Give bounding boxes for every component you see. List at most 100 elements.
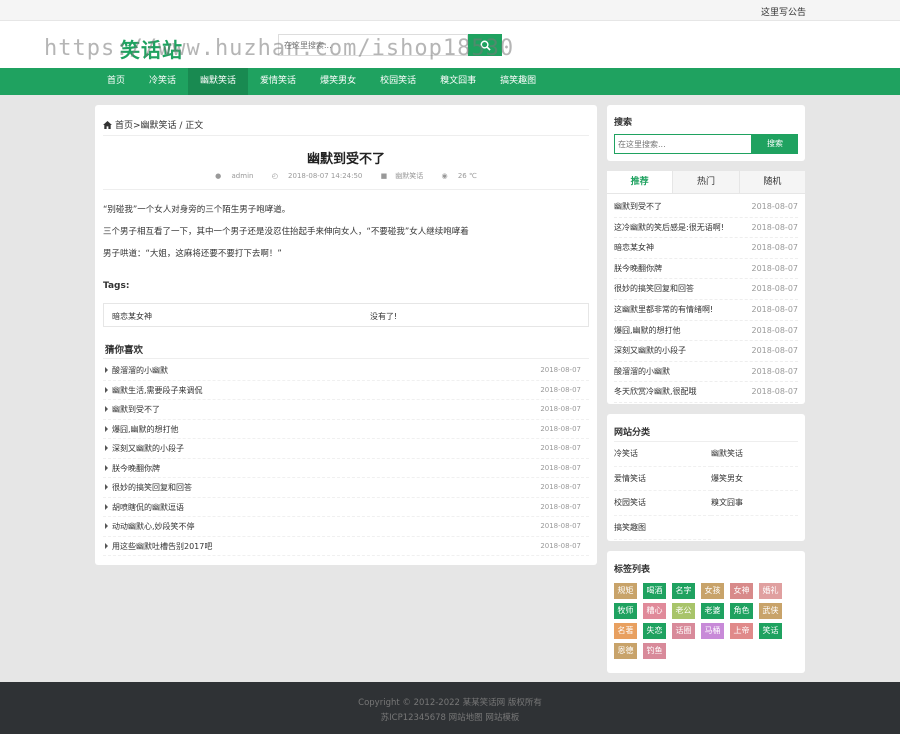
tag-badge[interactable]: 老婆: [701, 603, 724, 619]
tag-badge[interactable]: 糟心: [643, 603, 666, 619]
list-item-title[interactable]: 胡喷瞎侃的幽默逗语: [112, 503, 184, 512]
category-link[interactable]: 搞笑趣图: [614, 516, 711, 540]
sidebar-tabs: 推荐 热门 随机: [607, 171, 805, 194]
list-item[interactable]: 动动幽默心,妙段笑不停 2018-08-07: [103, 517, 589, 537]
header-search: [278, 34, 502, 56]
list-item[interactable]: 爆囧,幽默的想打他 2018-08-07: [614, 321, 798, 342]
list-item-title[interactable]: 这冷幽默的笑后感是:很无语啊!: [614, 223, 724, 232]
nav-item[interactable]: 校园笑话: [368, 68, 428, 95]
category-meta: ■ 幽默笑话: [377, 172, 428, 180]
list-item-title[interactable]: 暗恋某女神: [614, 243, 654, 252]
list-item[interactable]: 幽默生活,需要段子来调侃 2018-08-07: [103, 381, 589, 400]
list-item-title[interactable]: 冬天欣赏冷幽默,很配哦: [614, 387, 697, 396]
list-item[interactable]: 深刻又幽默的小段子 2018-08-07: [614, 341, 798, 362]
sidebar-search-panel: 搜索 搜索: [607, 105, 805, 161]
category-link[interactable]: 爆笑男女: [711, 467, 798, 491]
tag-badge[interactable]: 钓鱼: [643, 643, 666, 659]
list-item-title[interactable]: 动动幽默心,妙段笑不停: [112, 522, 195, 531]
list-item-title[interactable]: 爆囧,幽默的想打他: [614, 326, 681, 335]
nav-item[interactable]: 首页: [95, 68, 137, 95]
list-item[interactable]: 用这些幽默吐槽告别2017吧 2018-08-07: [103, 537, 589, 556]
tag-badge[interactable]: 名字: [672, 583, 695, 599]
next-article-text: 没有了!: [370, 312, 398, 321]
tag-badge[interactable]: 名著: [614, 623, 637, 639]
list-item-title[interactable]: 深刻又幽默的小段子: [614, 346, 686, 355]
sidebar-search-input[interactable]: [614, 134, 752, 154]
author-name[interactable]: admin: [232, 172, 254, 180]
list-item-title[interactable]: 深刻又幽默的小段子: [112, 444, 184, 453]
list-item[interactable]: 深刻又幽默的小段子 2018-08-07: [103, 439, 589, 459]
list-item[interactable]: 幽默到受不了 2018-08-07: [103, 400, 589, 420]
header-search-button[interactable]: [468, 34, 502, 56]
list-item[interactable]: 胡喷瞎侃的幽默逗语 2018-08-07: [103, 498, 589, 517]
nav-item[interactable]: 爱情笑话: [248, 68, 308, 95]
tag-badge[interactable]: 话圈: [672, 623, 695, 639]
category-link[interactable]: 校园笑话: [614, 491, 711, 516]
nav-item[interactable]: 幽默笑话: [188, 68, 249, 95]
list-item-title[interactable]: 用这些幽默吐槽告别2017吧: [112, 542, 212, 551]
list-item[interactable]: 幽默到受不了 2018-08-07: [614, 197, 798, 218]
list-item[interactable]: 酸溜溜的小幽默 2018-08-07: [614, 362, 798, 383]
sidebar-tab[interactable]: 热门: [673, 171, 740, 193]
list-item-title[interactable]: 酸溜溜的小幽默: [112, 366, 168, 375]
list-item-title[interactable]: 朕今晚翻你牌: [112, 464, 160, 473]
list-item[interactable]: 这冷幽默的笑后感是:很无语啊! 2018-08-07: [614, 218, 798, 239]
header-search-input[interactable]: [278, 34, 468, 56]
breadcrumb-text[interactable]: 首页>幽默笑话 / 正文: [115, 121, 203, 131]
list-item[interactable]: 很妙的搞笑回复和回答 2018-08-07: [103, 478, 589, 498]
list-item[interactable]: 暗恋某女神 2018-08-07: [614, 238, 798, 259]
main-nav: 首页 冷笑话 幽默笑话 爱情笑话 爆笑男女 校园笑话 糗文囧事 搞笑趣图: [0, 68, 900, 95]
category-title: 网站分类: [614, 428, 651, 438]
nav-item[interactable]: 爆笑男女: [308, 68, 368, 95]
list-item-title[interactable]: 很妙的搞笑回复和回答: [614, 284, 694, 293]
tag-badge[interactable]: 牧师: [614, 603, 637, 619]
tag-badge[interactable]: 笑话: [759, 623, 782, 639]
list-item-title[interactable]: 很妙的搞笑回复和回答: [112, 483, 192, 492]
tag-badge[interactable]: 角色: [730, 603, 753, 619]
site-footer: Copyright © 2012-2022 某某笑话网 版权所有 苏ICP123…: [0, 682, 900, 734]
list-item[interactable]: 爆囧,幽默的想打他 2018-08-07: [103, 420, 589, 439]
nav-item[interactable]: 冷笑话: [137, 68, 188, 95]
tag-badge[interactable]: 婚礼: [759, 583, 782, 599]
footer-links[interactable]: 苏ICP12345678 网站地图 网站模板: [0, 711, 900, 723]
list-item[interactable]: 很妙的搞笑回复和回答 2018-08-07: [614, 279, 798, 300]
tag-badge[interactable]: 规矩: [614, 583, 637, 599]
nav-item[interactable]: 搞笑趣图: [488, 68, 548, 95]
sidebar-tab[interactable]: 推荐: [607, 171, 674, 193]
post-category[interactable]: 幽默笑话: [395, 172, 423, 180]
sidebar-search-title: 搜索: [614, 118, 633, 128]
list-item-title[interactable]: 朕今晚翻你牌: [614, 264, 662, 273]
tag-badge[interactable]: 马桶: [701, 623, 724, 639]
list-item[interactable]: 这幽默里都非常的有情绪啊! 2018-08-07: [614, 300, 798, 321]
category-link[interactable]: 幽默笑话: [711, 442, 798, 467]
tag-badge[interactable]: 女神: [730, 583, 753, 599]
nav-item[interactable]: 糗文囧事: [428, 68, 488, 95]
list-item-title[interactable]: 这幽默里都非常的有情绪啊!: [614, 305, 713, 314]
site-logo[interactable]: 笑话站: [120, 34, 183, 63]
sidebar-search-button[interactable]: 搜索: [752, 134, 798, 154]
category-link[interactable]: 糗文囧事: [711, 491, 798, 516]
tag-badge[interactable]: 女孩: [701, 583, 724, 599]
list-item[interactable]: 朕今晚翻你牌 2018-08-07: [614, 259, 798, 280]
list-item-title[interactable]: 酸溜溜的小幽默: [614, 367, 670, 376]
tag-badge[interactable]: 上帝: [730, 623, 753, 639]
list-item-date: 2018-08-07: [540, 424, 581, 433]
tag-badge[interactable]: 恩德: [614, 643, 637, 659]
article-tag-link[interactable]: 暗恋某女神: [112, 311, 152, 322]
list-item-title[interactable]: 幽默生活,需要段子来调侃: [112, 386, 203, 395]
list-item[interactable]: 冬天欣赏冷幽默,很配哦 2018-08-07: [614, 382, 798, 403]
tag-badge[interactable]: 老公: [672, 603, 695, 619]
list-item-title[interactable]: 爆囧,幽默的想打他: [112, 425, 179, 434]
tag-badge[interactable]: 失恋: [643, 623, 666, 639]
list-item-title[interactable]: 幽默到受不了: [614, 202, 662, 211]
notice-text[interactable]: 这里写公告: [761, 5, 806, 18]
tag-badge[interactable]: 武侠: [759, 603, 782, 619]
tag-badge[interactable]: 喝酒: [643, 583, 666, 599]
sidebar-tab[interactable]: 随机: [739, 171, 805, 193]
list-item[interactable]: 酸溜溜的小幽默 2018-08-07: [103, 361, 589, 381]
category-grid: 冷笑话 幽默笑话 爱情笑话 爆笑男女 校园笑话 糗文囧事 搞笑趣图: [614, 442, 798, 540]
category-link[interactable]: 爱情笑话: [614, 467, 711, 491]
category-link[interactable]: 冷笑话: [614, 442, 711, 467]
list-item-title[interactable]: 幽默到受不了: [112, 405, 160, 414]
list-item[interactable]: 朕今晚翻你牌 2018-08-07: [103, 459, 589, 478]
